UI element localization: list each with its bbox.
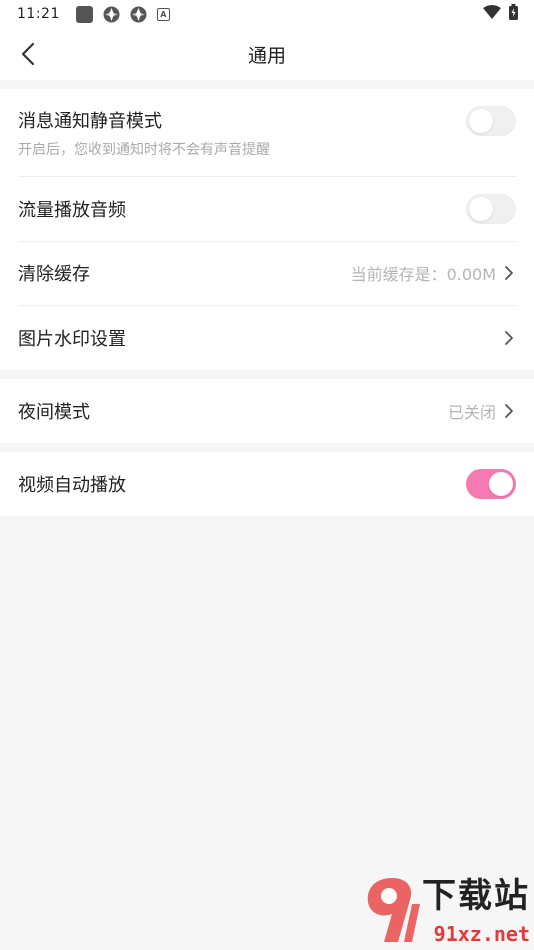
night-mode-row[interactable]: 夜间模式 已关闭 [0, 379, 534, 443]
a-badge-icon: A [156, 7, 170, 21]
silent-mode-row: 消息通知静音模式 开启后，您收到通知时将不会有声音提醒 [0, 89, 534, 176]
back-button[interactable] [12, 38, 44, 70]
chevron-right-icon [504, 329, 516, 347]
settings-group-general: 消息通知静音模式 开启后，您收到通知时将不会有声音提醒 流量播放音频 清除缓存 … [0, 89, 534, 370]
site-logo-icon [367, 878, 420, 942]
silent-mode-toggle[interactable] [466, 105, 516, 136]
toggle-knob [469, 196, 493, 221]
night-mode-value: 已关闭 [447, 403, 496, 422]
aperture-icon [103, 6, 120, 23]
image-watermark-row[interactable]: 图片水印设置 [0, 305, 534, 370]
nav-bar: 通用 [0, 28, 534, 80]
data-audio-text: 流量播放音频 [18, 196, 466, 222]
image-watermark-text: 图片水印设置 [18, 325, 504, 351]
page-title: 通用 [247, 44, 286, 67]
status-time: 11:21 [17, 6, 60, 22]
clear-cache-row[interactable]: 清除缓存 当前缓存是：0.00M [0, 241, 534, 305]
night-mode-text: 夜间模式 [18, 398, 448, 424]
image-watermark-title: 图片水印设置 [18, 328, 126, 350]
site-watermark: 下载站 91xz.net [360, 866, 530, 948]
night-mode-title: 夜间模式 [18, 402, 90, 423]
chevron-right-icon [504, 402, 516, 420]
data-audio-title: 流量播放音频 [18, 199, 126, 221]
battery-icon [509, 4, 518, 24]
wifi-icon [483, 5, 501, 23]
video-autoplay-toggle[interactable] [466, 469, 516, 499]
silent-mode-title: 消息通知静音模式 [18, 110, 162, 132]
toggle-knob [469, 108, 493, 133]
silent-mode-text: 消息通知静音模式 开启后，您收到通知时将不会有声音提醒 [18, 107, 466, 159]
clear-cache-text: 清除缓存 [18, 260, 351, 286]
data-audio-toggle[interactable] [466, 193, 516, 224]
settings-group-video: 视频自动播放 [0, 452, 534, 516]
cache-size-value: 当前缓存是：0.00M [350, 265, 496, 284]
aperture-icon [130, 6, 147, 23]
toggle-knob [489, 472, 513, 496]
status-right [483, 4, 518, 24]
status-left: 11:21 A [17, 5, 170, 23]
watermark-text: 下载站 [422, 876, 530, 916]
chevron-right-icon [504, 264, 516, 282]
notification-square-icon [75, 5, 93, 23]
video-autoplay-row: 视频自动播放 [0, 452, 534, 516]
silent-mode-subtitle: 开启后，您收到通知时将不会有声音提醒 [18, 141, 270, 158]
watermark-url: 91xz.net [433, 922, 530, 946]
data-audio-row: 流量播放音频 [0, 176, 534, 241]
settings-group-display: 夜间模式 已关闭 [0, 379, 534, 443]
chevron-left-icon [21, 42, 35, 66]
status-bar: 11:21 A [0, 0, 534, 28]
clear-cache-title: 清除缓存 [18, 264, 90, 285]
video-autoplay-title: 视频自动播放 [18, 475, 126, 496]
video-autoplay-text: 视频自动播放 [18, 471, 466, 497]
